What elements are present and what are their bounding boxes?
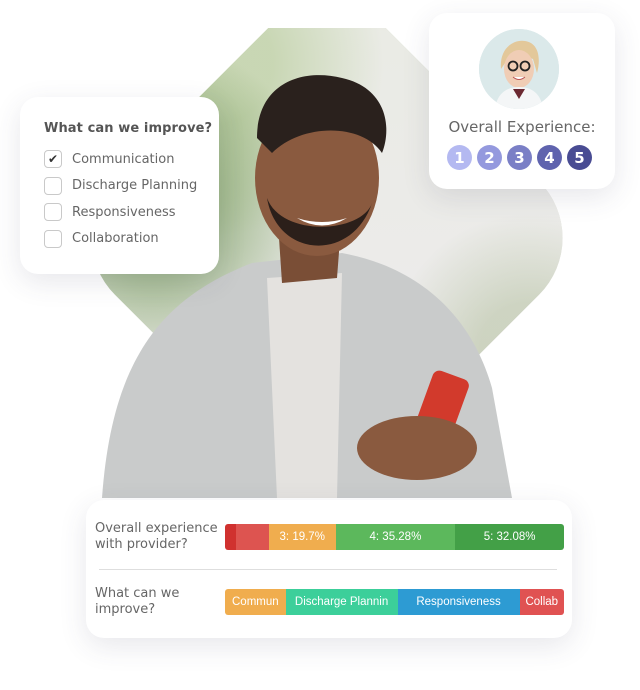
hands	[357, 416, 477, 480]
rating-option-4[interactable]: 4	[537, 145, 562, 170]
check-icon: ✔	[47, 152, 59, 167]
bar-segment: Discharge Plannin	[285, 589, 398, 615]
checkbox[interactable]	[44, 229, 62, 248]
bar-segment: Commun	[225, 589, 286, 615]
result-row-improvements: What can we improve? Commun Discharge Pla…	[95, 586, 564, 618]
bar-segment	[225, 524, 237, 550]
result-question: What can we improve?	[95, 586, 180, 617]
bar-segment: 3: 19.7%	[268, 524, 336, 550]
rating-option-1[interactable]: 1	[447, 145, 472, 170]
stacked-bar: Commun Discharge Plannin Responsiveness Col…	[225, 589, 564, 615]
tshirt	[267, 273, 342, 498]
rating-option-5[interactable]: 5	[567, 145, 592, 170]
checklist-item-discharge-planning[interactable]: Discharge Planning	[44, 173, 219, 200]
checkbox[interactable]	[44, 203, 62, 222]
result-question: Overall experience with provider?	[95, 521, 218, 552]
bar-segment: 4: 35.28%	[335, 524, 456, 550]
improve-checklist-card: What can we improve? ✔ Communication Dis…	[20, 97, 219, 274]
checkbox-checked[interactable]: ✔	[44, 150, 62, 169]
divider	[99, 569, 557, 570]
avatar	[479, 29, 559, 109]
stacked-bar: 3: 19.7% 4: 35.28% 5: 32.08%	[225, 524, 564, 550]
rating-scale: 1 2 3 4 5	[447, 145, 592, 170]
survey-results-card: Overall experience with provider? 3: 19.…	[86, 500, 572, 638]
bar-segment: 5: 32.08%	[455, 524, 564, 550]
overall-experience-label: Overall Experience:	[448, 118, 596, 136]
rating-option-3[interactable]: 3	[507, 145, 532, 170]
checklist-label: Collaboration	[72, 231, 159, 247]
checklist-item-collaboration[interactable]: Collaboration	[44, 226, 219, 253]
bar-segment	[236, 524, 269, 550]
rating-option-2[interactable]: 2	[477, 145, 502, 170]
bar-segment: Collab	[519, 589, 564, 615]
checkbox[interactable]	[44, 176, 62, 195]
bar-segment: Responsiveness	[397, 589, 520, 615]
checklist-label: Responsiveness	[72, 204, 176, 220]
doctor-portrait-icon	[479, 29, 559, 109]
result-row-overall-experience: Overall experience with provider? 3: 19.…	[95, 521, 564, 553]
checklist-label: Communication	[72, 151, 175, 167]
overall-experience-card: Overall Experience: 1 2 3 4 5	[429, 13, 615, 189]
improve-card-title: What can we improve?	[44, 121, 213, 136]
checklist-item-communication[interactable]: ✔ Communication	[44, 146, 219, 173]
checklist-label: Discharge Planning	[72, 178, 198, 194]
checklist-item-responsiveness[interactable]: Responsiveness	[44, 199, 219, 226]
